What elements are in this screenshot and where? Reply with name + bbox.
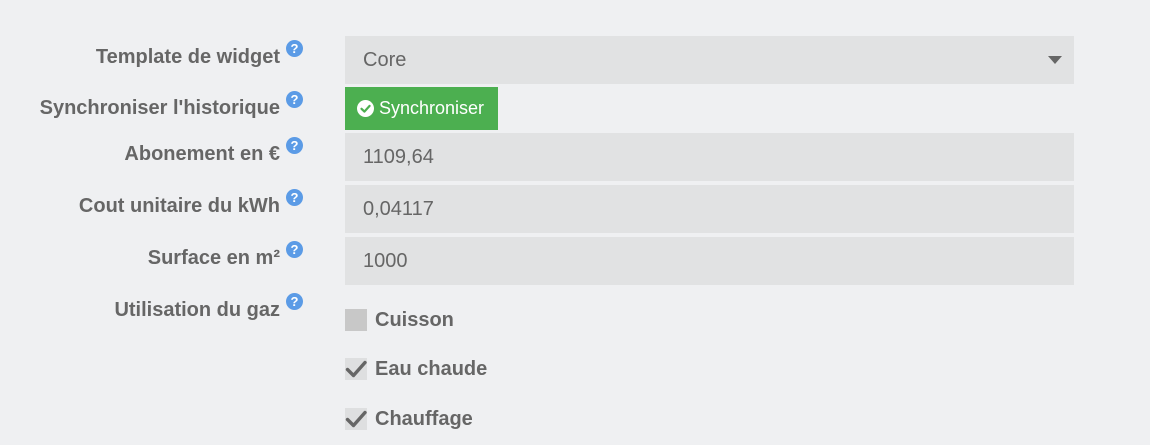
cuisson-label: Cuisson (375, 309, 454, 331)
check-circle-icon (357, 100, 374, 117)
surface-help-icon[interactable]: ? (286, 241, 303, 258)
cuisson-checkbox[interactable] (345, 309, 367, 331)
sync-history-label: Synchroniser l'historique (39, 97, 280, 119)
checkmark-icon (345, 360, 367, 378)
unit-cost-help-icon[interactable]: ? (286, 189, 303, 206)
subscription-input[interactable]: 1109,64 (345, 133, 1074, 181)
widget-template-label: Template de widget (95, 46, 280, 68)
subscription-help-icon[interactable]: ? (286, 137, 303, 154)
gas-usage-help-icon[interactable]: ? (286, 293, 303, 310)
unit-cost-label: Cout unitaire du kWh (78, 195, 280, 217)
checkmark-icon (345, 410, 367, 428)
sync-history-help-icon[interactable]: ? (286, 91, 303, 108)
surface-label: Surface en m² (147, 247, 280, 269)
chauffage-checkbox[interactable] (345, 408, 367, 430)
gas-usage-label: Utilisation du gaz (114, 299, 280, 321)
widget-template-help-icon[interactable]: ? (286, 40, 303, 57)
subscription-label: Abonement en € (124, 143, 280, 165)
surface-input[interactable]: 1000 (345, 237, 1074, 285)
chauffage-label: Chauffage (375, 408, 473, 430)
synchronise-button-label: Synchroniser (379, 98, 485, 118)
eau-chaude-label: Eau chaude (375, 358, 488, 380)
unit-cost-input[interactable]: 0,04117 (345, 185, 1074, 233)
eau-chaude-checkbox[interactable] (345, 358, 367, 380)
widget-template-value: Core (363, 49, 407, 71)
synchronise-button[interactable]: Synchroniser (345, 87, 498, 130)
widget-template-select[interactable]: Core (345, 36, 1074, 84)
chevron-down-icon (1048, 56, 1062, 64)
